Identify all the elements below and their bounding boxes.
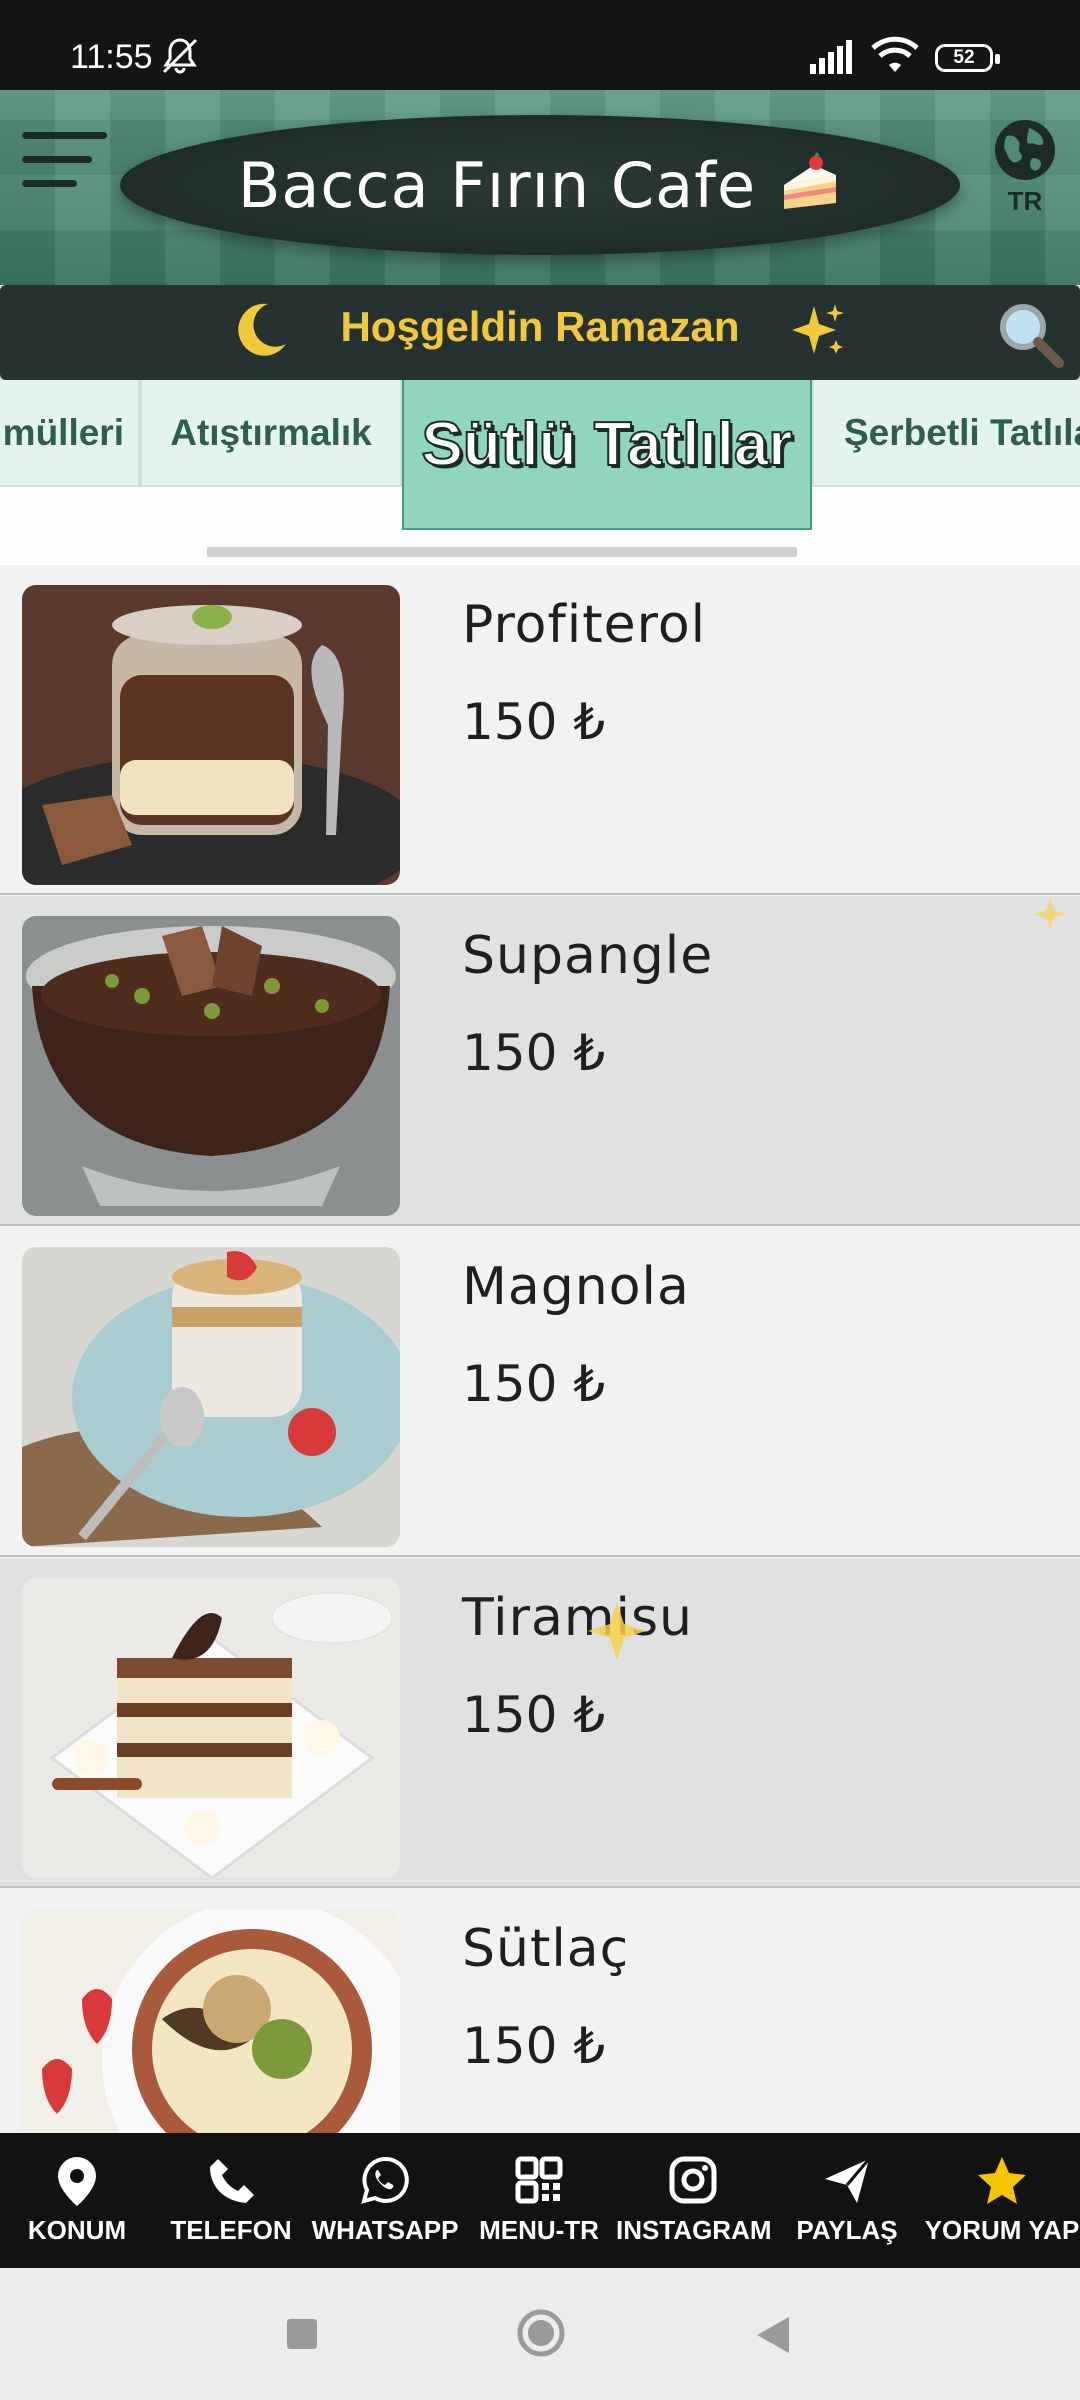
tab-atistirmalik[interactable]: Atıştırmalık: [140, 380, 402, 487]
product-price: 150 ₺: [462, 1024, 606, 1082]
product-name: Tiramisu: [462, 1588, 694, 1648]
search-icon[interactable]: [995, 299, 1065, 373]
product-price: 150 ₺: [462, 1686, 606, 1744]
tab-serbetli-tatlilar[interactable]: Şerbetli Tatlılar: [812, 380, 1080, 487]
nav-label: PAYLAŞ: [796, 2215, 898, 2245]
cake-icon: [778, 151, 842, 219]
nav-label: INSTAGRAM: [616, 2215, 772, 2245]
recent-apps-button[interactable]: [285, 2317, 319, 2355]
status-bar: 11:55 52: [0, 0, 1080, 90]
muted-bell-icon: [160, 36, 200, 81]
nav-label: MENU-TR: [479, 2215, 599, 2245]
page-title: Bacca Fırın Cafe: [237, 148, 757, 222]
nav-yorum-yap[interactable]: YORUM YAP: [924, 2133, 1080, 2268]
sparkle-decoration-icon: [1032, 894, 1076, 942]
menu-line-icon: [22, 132, 107, 139]
whatsapp-icon: [360, 2155, 410, 2209]
share-icon: [821, 2155, 873, 2211]
home-button[interactable]: [516, 2308, 566, 2362]
app-header: Bacca Fırın Cafe TR: [0, 90, 1080, 285]
ramadan-banner: Hoşgeldin Ramazan: [0, 285, 1080, 380]
tab-sutlu-tatlilar[interactable]: Sütlü Tatlılar: [402, 380, 812, 530]
sparkles-icon: [788, 300, 848, 364]
nav-telefon[interactable]: TELEFON: [154, 2133, 308, 2268]
nav-whatsapp[interactable]: WHATSAPP: [308, 2133, 462, 2268]
language-code: TR: [1007, 186, 1043, 216]
product-price: 150 ₺: [462, 2017, 606, 2075]
nav-label: KONUM: [27, 2215, 127, 2245]
battery-indicator: 52: [935, 44, 1000, 72]
globe-icon: [993, 120, 1057, 186]
qr-code-icon: [514, 2155, 564, 2209]
product-price: 150 ₺: [462, 693, 606, 751]
title-pill: Bacca Fırın Cafe: [120, 115, 960, 255]
nav-menu-tr[interactable]: MENU-TR: [462, 2133, 616, 2268]
bottom-navigation: KONUM TELEFON WHATSAPP MENU-TR INSTAGRAM…: [0, 2133, 1080, 2268]
list-item[interactable]: Supangle 150 ₺: [0, 896, 1080, 1226]
product-name: Supangle: [462, 926, 714, 986]
menu-line-icon: [22, 180, 77, 187]
product-price: 150 ₺: [462, 1355, 606, 1413]
language-selector[interactable]: TR: [990, 118, 1060, 217]
product-image: [22, 1909, 400, 2133]
nav-instagram[interactable]: INSTAGRAM: [616, 2133, 772, 2268]
list-item[interactable]: Tiramisu 150 ₺: [0, 1558, 1080, 1888]
product-name: Profiterol: [462, 595, 707, 655]
system-navigation-bar: [0, 2268, 1080, 2400]
product-name: Sütlaç: [462, 1919, 630, 1979]
product-image: [22, 585, 400, 885]
nav-label: YORUM YAP: [924, 2215, 1080, 2245]
product-image: [22, 1578, 400, 1878]
list-item[interactable]: Sütlaç 150 ₺: [0, 1889, 1080, 2133]
back-button[interactable]: [755, 2315, 791, 2359]
product-image: [22, 916, 400, 1216]
product-image: [22, 1247, 400, 1547]
nav-label: WHATSAPP: [311, 2215, 459, 2245]
instagram-icon: [668, 2155, 718, 2209]
nav-konum[interactable]: KONUM: [0, 2133, 154, 2268]
tab-category-partial[interactable]: mülleri: [0, 380, 140, 487]
status-time: 11:55: [70, 38, 153, 76]
menu-line-icon: [22, 156, 92, 163]
list-item[interactable]: Profiterol 150 ₺: [0, 565, 1080, 895]
tabs-scrollbar[interactable]: [207, 547, 797, 557]
location-pin-icon: [54, 2155, 100, 2211]
hamburger-menu-button[interactable]: [22, 120, 112, 200]
product-name: Magnola: [462, 1257, 690, 1317]
sparkle-decoration-icon: [584, 1598, 650, 1668]
nav-paylas[interactable]: PAYLAŞ: [770, 2133, 924, 2268]
product-list: Profiterol 150 ₺ Supangle 150 ₺ Magnola …: [0, 565, 1080, 2133]
wifi-icon: [870, 36, 920, 81]
list-item[interactable]: Magnola 150 ₺: [0, 1227, 1080, 1557]
signal-icon: [810, 38, 860, 79]
category-tabs: mülleri Atıştırmalık Sütlü Tatlılar Şerb…: [0, 380, 1080, 565]
phone-icon: [206, 2155, 256, 2209]
banner-message: Hoşgeldin Ramazan: [340, 303, 740, 350]
nav-label: TELEFON: [170, 2215, 292, 2245]
star-icon: [975, 2155, 1029, 2211]
